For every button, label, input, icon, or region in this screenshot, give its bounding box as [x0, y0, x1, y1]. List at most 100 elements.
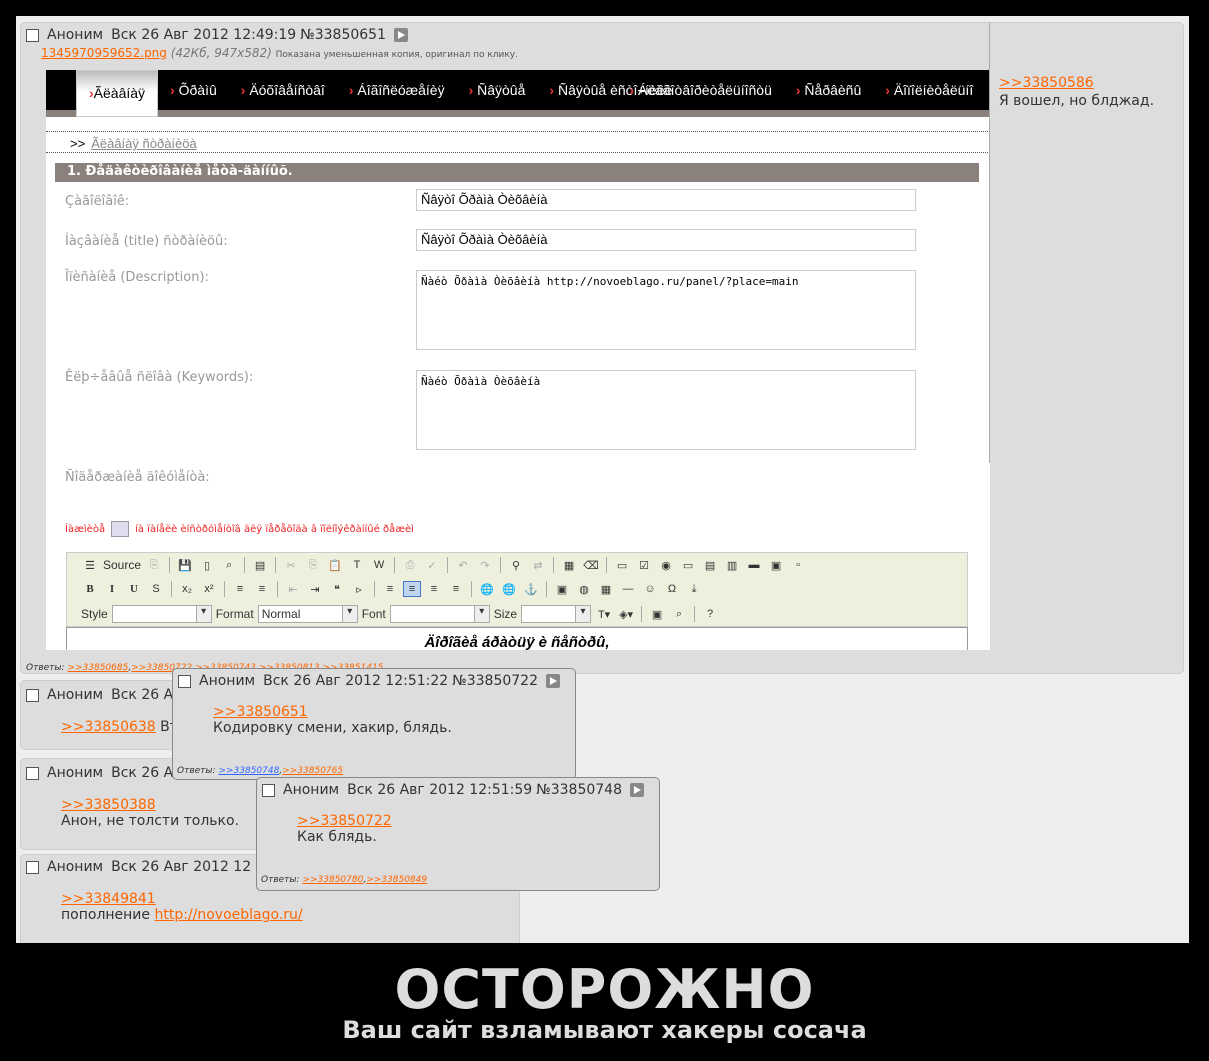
post-date: Вск 26 Авг 2012 12:51:22: [263, 673, 449, 689]
replies-label: Ответы:: [261, 875, 300, 885]
subscript-icon: x₂: [182, 583, 192, 595]
toolbar-separator: [244, 557, 246, 573]
reply-link[interactable]: >>33850638: [61, 719, 156, 735]
strike-icon: S: [152, 583, 160, 595]
checkbox-icon: ☑: [639, 559, 649, 572]
reply-link[interactable]: >>33850722: [297, 813, 392, 829]
form-icon: ▭: [616, 559, 628, 572]
hint-text: Íàæìèòå: [65, 523, 106, 535]
post-number[interactable]: №33850651: [300, 27, 386, 43]
size-select: [521, 605, 592, 623]
editor-toolbar: ☰ Source ⎘ 💾 ▯ ⌕ ▤ ✂ ⎘ 📋 T W ⎙ ✓ ↶ ↷ ⚲ ⇄ ▦ ⌫ ▭ ☑ ◉ ▭ ▤ ▥ ▬ ▣ ▫ BIUS…: [66, 552, 968, 627]
reply-link[interactable]: >>33850586: [999, 75, 1154, 91]
nav-item: Ãëàâíàÿ: [76, 70, 159, 117]
reply-link[interactable]: >>33850388: [61, 797, 239, 813]
flash-icon: ◍: [579, 583, 589, 596]
reply-link[interactable]: >>33849841: [61, 891, 303, 907]
site-nav: ÃëàâíàÿÕðàìûÄóõîâåíñòâîÁîãîñëóæåíèÿÑâÿòû…: [46, 70, 990, 117]
format-select: Normal: [257, 605, 358, 623]
file-meta: (42Кб, 947x582): [170, 46, 272, 60]
nav-item: Äîïîëíèòåëüíî: [873, 82, 985, 98]
unlink-icon: 🌐: [502, 583, 516, 596]
bold-icon: B: [86, 583, 94, 595]
hint-text: íà ïàíåëè èíñòðóìåíòîâ äëÿ ïåðåõîäà â ïî…: [135, 523, 414, 535]
special-char-icon: Ω: [667, 583, 677, 595]
url-link[interactable]: http://novoeblago.ru/: [154, 907, 302, 923]
field-label: Îïèñàíèå (Description):: [65, 270, 209, 285]
format-label: Format: [215, 607, 254, 621]
copy-template-icon: ⎘: [149, 558, 159, 571]
file-link[interactable]: 1345970959652.png: [41, 46, 167, 60]
help-icon: ?: [707, 608, 714, 620]
font-label: Font: [361, 607, 386, 621]
reply-link[interactable]: >>33850849: [366, 875, 427, 885]
post-message: Как блядь.: [297, 829, 377, 845]
reply-link[interactable]: >>33850685: [67, 663, 128, 673]
ordered-list-icon: ≡: [236, 583, 244, 595]
find-icon: ⚲: [512, 559, 521, 572]
select-icon: ▥: [726, 559, 738, 572]
post-number[interactable]: №33850748: [536, 782, 622, 798]
undo-icon: ↶: [458, 559, 468, 572]
toolbar-separator: [171, 581, 172, 597]
post-date: Вск 26 А: [111, 765, 174, 781]
select-all-icon: ▦: [563, 559, 575, 572]
show-blocks-icon: ⌕: [675, 607, 683, 620]
reply-link[interactable]: >>33850748: [218, 766, 279, 776]
nav-item: Áîãîñëóæåíèÿ: [337, 82, 457, 98]
toolbar-separator: [546, 581, 547, 597]
field-label: Çàãîëîâîê:: [65, 194, 130, 209]
post-date: Вск 26 А: [111, 687, 174, 703]
blockquote-icon: ❝: [334, 583, 340, 596]
field-input: Ñâÿòî Õðàìà Òèõâèíà: [416, 189, 916, 211]
outdent-icon: ⇤: [288, 583, 298, 596]
post-number[interactable]: №33850722: [452, 673, 538, 689]
post-date: Вск 26 Авг 2012 12:49:19: [111, 27, 297, 43]
paste-text-icon: T: [353, 559, 361, 571]
textarea-icon: ▤: [704, 559, 716, 572]
expand-arrow-icon[interactable]: [630, 783, 644, 797]
image-icon: ▣: [556, 583, 568, 596]
post-checkbox[interactable]: [262, 783, 275, 797]
fullscreen-hint: Íàæìèòå íà ïàíåëè èíñòðóìåíòîâ äëÿ ïåðåõ…: [65, 521, 414, 537]
reply-link[interactable]: >>33850765: [282, 766, 343, 776]
post-checkbox[interactable]: [26, 28, 39, 42]
post-author: Аноним: [47, 27, 104, 43]
expand-arrow-icon[interactable]: [394, 28, 408, 42]
copy-icon: ⎘: [308, 558, 318, 571]
bg-color-icon: ◈▾: [619, 608, 634, 621]
reply-popup: Аноним Вск 26 Авг 2012 12:51:59 №33850748 …: [256, 777, 660, 891]
align-center-icon: ≡: [403, 581, 421, 597]
toolbar-separator: [224, 581, 225, 597]
post-message: Кодировку смени, хакир, блядь.: [213, 720, 452, 736]
expand-arrow-icon[interactable]: [546, 674, 560, 688]
reply-link[interactable]: >>33850780: [302, 875, 363, 885]
post-author: Аноним: [47, 859, 104, 875]
templates-icon: ▤: [254, 559, 266, 572]
cut-icon: ✂: [286, 559, 296, 572]
post-checkbox[interactable]: [26, 766, 39, 780]
editor-area: Äîðîãèå áðàòüÿ è ñåñòðû,: [66, 627, 968, 650]
toolbar-separator: [553, 557, 555, 573]
field-input: Ñâÿòî Õðàìà Òèõâèíà: [416, 229, 916, 251]
post-author: Аноним: [199, 673, 256, 689]
save-icon: 💾: [178, 559, 192, 572]
post-image[interactable]: ÃëàâíàÿÕðàìûÄóõîâåíñòâîÁîãîñëóæåíèÿÑâÿòû…: [46, 70, 990, 650]
spellcheck-icon: ✓: [427, 559, 437, 572]
op-side-text: >>33850586 Я вошел, но блджад.: [999, 75, 1154, 109]
italic-icon: I: [109, 583, 115, 595]
superscript-icon: x²: [204, 583, 214, 595]
source-icon: ☰: [85, 559, 95, 572]
image-button-icon: ▣: [770, 559, 782, 572]
unordered-list-icon: ≡: [258, 583, 266, 595]
reply-link[interactable]: >>33850651: [213, 704, 452, 720]
align-left-icon: ≡: [386, 583, 394, 595]
new-page-icon: ▯: [204, 559, 211, 572]
post-checkbox[interactable]: [26, 860, 39, 874]
post-checkbox[interactable]: [178, 674, 191, 688]
smiley-icon: ☺: [644, 583, 656, 595]
maximize-icon: [111, 521, 130, 537]
post-checkbox[interactable]: [26, 688, 39, 702]
crumb-link: Ãëàâíàÿ ñòðàíèöà: [91, 136, 197, 151]
text-color-icon: T▾: [597, 608, 611, 621]
